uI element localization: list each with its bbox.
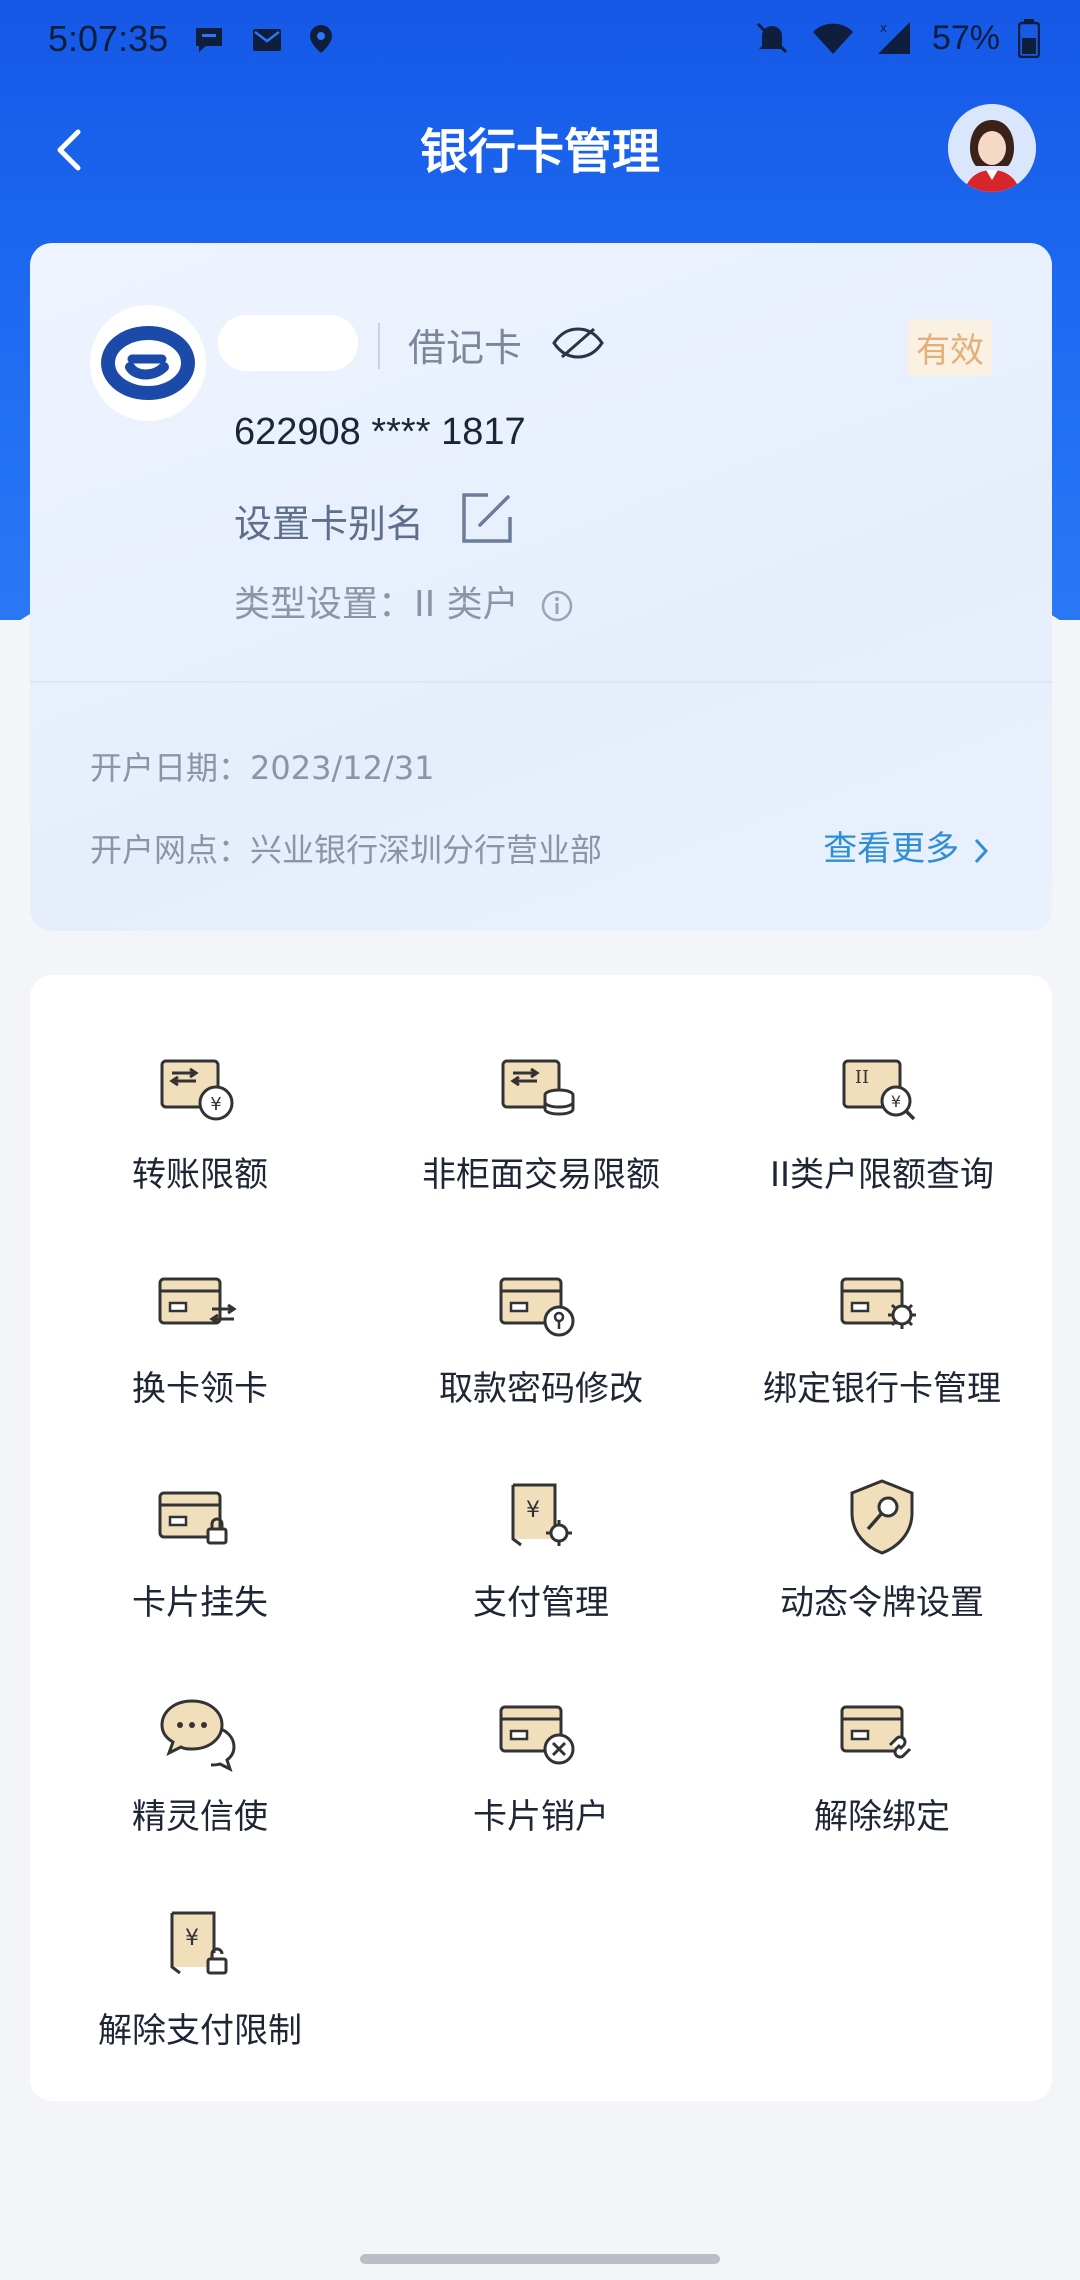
- service-non-counter-limit[interactable]: 非柜面交易限额: [371, 975, 711, 1195]
- mail-icon: [253, 29, 281, 51]
- withdraw-password-icon: [499, 1277, 575, 1337]
- set-card-alias[interactable]: 设置卡别名: [234, 493, 424, 548]
- service-label: 卡片销户: [473, 1797, 609, 1837]
- account-type-text: 类型设置：II 类户: [234, 584, 519, 625]
- card-type: 借记卡: [408, 326, 523, 370]
- svg-text:x: x: [880, 21, 887, 35]
- message-icon: [196, 28, 222, 52]
- status-bar: 5:07:35 x 57%: [0, 0, 1080, 80]
- chat-bubble-icon: [160, 1699, 236, 1772]
- location-icon: [310, 25, 332, 53]
- service-label: 解除支付限制: [98, 2011, 302, 2051]
- open-branch: 开户网点：兴业银行深圳分行营业部: [90, 831, 603, 869]
- service-bound-card-management[interactable]: 绑定银行卡管理: [712, 1189, 1052, 1409]
- service-withdraw-password[interactable]: 取款密码修改: [371, 1189, 711, 1409]
- home-indicator[interactable]: [360, 2254, 720, 2264]
- battery-icon: [1018, 19, 1040, 58]
- payment-unlock-icon: ¥: [170, 1911, 228, 1975]
- unlink-card-icon: [840, 1705, 912, 1759]
- battery-percent: 57%: [931, 18, 1000, 57]
- wifi-icon: [812, 23, 853, 54]
- service-card-closure[interactable]: 卡片销户: [371, 1617, 711, 1837]
- card-exchange-icon: [158, 1277, 237, 1325]
- status-time: 5:07:35: [48, 18, 169, 59]
- card-close-icon: [499, 1705, 575, 1765]
- service-card-loss[interactable]: 卡片挂失: [30, 1403, 370, 1623]
- card-services-panel: ¥ 转账限额 非柜面交易限额 II ¥ II类户限额查询 换卡领卡 取款密码修改…: [30, 975, 1052, 2101]
- avatar-icon: [948, 104, 1036, 192]
- token-shield-icon: [850, 1479, 914, 1555]
- eye-hidden-icon[interactable]: [550, 323, 606, 363]
- svg-text:¥: ¥: [210, 1094, 221, 1115]
- bank-card-info: 借记卡 有效 622908 **** 1817 设置卡别名 类型设置：II 类户…: [30, 243, 1052, 931]
- card-owner-masked: [218, 315, 358, 371]
- mute-icon: [756, 22, 787, 54]
- open-date: 开户日期：2023/12/31: [90, 749, 435, 787]
- service-card-exchange[interactable]: 换卡领卡: [30, 1189, 370, 1409]
- non-counter-limit-icon: [501, 1059, 575, 1116]
- payment-settings-icon: ¥: [511, 1483, 572, 1547]
- account-type-setting[interactable]: 类型设置：II 类户: [234, 575, 574, 627]
- svg-text:II: II: [855, 1067, 869, 1088]
- chevron-right-icon: [974, 838, 989, 863]
- class2-limit-query-icon: II ¥: [842, 1059, 916, 1121]
- transfer-limit-icon: ¥: [160, 1059, 234, 1121]
- svg-text:¥: ¥: [526, 1498, 540, 1523]
- edit-icon[interactable]: [458, 489, 516, 547]
- service-unbind[interactable]: 解除绑定: [712, 1617, 1052, 1837]
- svg-text:¥: ¥: [891, 1092, 901, 1111]
- info-icon[interactable]: [540, 589, 574, 623]
- owner-divider: [378, 323, 380, 369]
- view-more-link[interactable]: 查看更多: [823, 821, 992, 870]
- bank-logo: [90, 305, 206, 421]
- card-number: 622908 **** 1817: [234, 411, 526, 453]
- service-payment-management[interactable]: ¥ 支付管理: [371, 1403, 711, 1623]
- service-lift-payment-limit[interactable]: ¥ 解除支付限制: [30, 1831, 370, 2051]
- svg-text:¥: ¥: [185, 1926, 199, 1951]
- bound-card-settings-icon: [840, 1277, 916, 1329]
- bank-logo-icon: [101, 326, 195, 400]
- signal-icon: x: [877, 21, 910, 54]
- service-label: 解除绑定: [814, 1797, 950, 1837]
- title-bar: 银行卡管理: [0, 100, 1080, 200]
- view-more-label: 查看更多: [823, 829, 960, 869]
- service-class2-limit-query[interactable]: II ¥ II类户限额查询: [712, 975, 1052, 1195]
- card-lock-icon: [158, 1491, 228, 1545]
- service-transfer-limit[interactable]: ¥ 转账限额: [30, 975, 370, 1195]
- card-status-badge: 有效: [908, 319, 992, 376]
- assistant-avatar[interactable]: [948, 104, 1036, 192]
- page-title: 银行卡管理: [419, 124, 660, 180]
- service-token-settings[interactable]: 动态令牌设置: [712, 1403, 1052, 1623]
- card-divider: [30, 681, 1052, 683]
- service-smart-messenger[interactable]: 精灵信使: [30, 1617, 370, 1837]
